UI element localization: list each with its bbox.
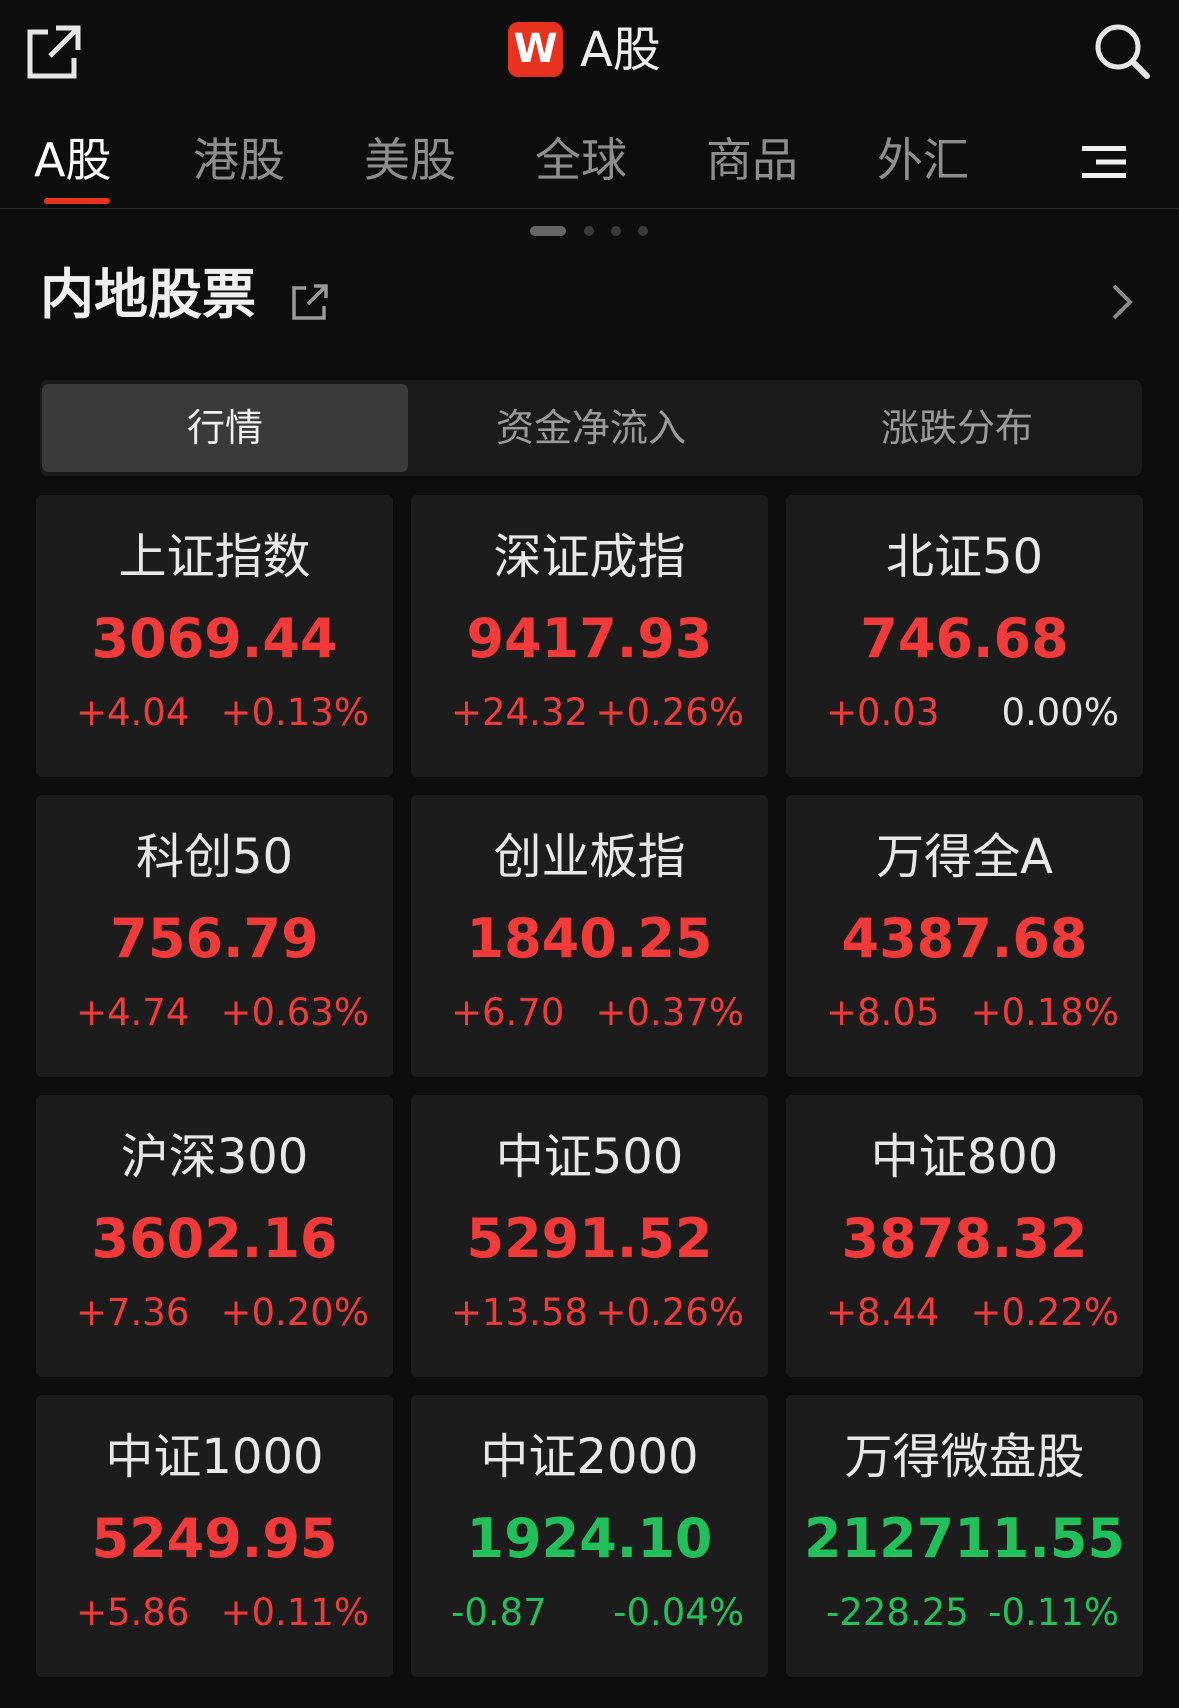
index-percent: 0.00% xyxy=(1001,691,1119,734)
menu-icon[interactable] xyxy=(1082,144,1126,180)
index-percent: -0.11% xyxy=(988,1591,1119,1634)
index-value: 3878.32 xyxy=(841,1207,1088,1270)
index-name: 万得全A xyxy=(876,829,1053,885)
index-name: 中证1000 xyxy=(105,1429,324,1485)
index-name: 上证指数 xyxy=(118,529,311,585)
index-percent: +0.20% xyxy=(220,1291,369,1334)
active-tab-indicator xyxy=(44,198,110,204)
tab-forex[interactable]: 外汇 xyxy=(877,134,969,186)
index-name: 中证2000 xyxy=(480,1429,699,1485)
index-change: +0.03 xyxy=(826,691,940,734)
index-change: +8.44 xyxy=(826,1291,940,1334)
index-name: 万得微盘股 xyxy=(844,1429,1085,1485)
page-dot-active xyxy=(530,226,566,236)
top-bar: W A股 xyxy=(0,0,1179,100)
index-card[interactable]: 中证2000 1924.10 -0.87 -0.04% xyxy=(411,1395,768,1677)
index-card[interactable]: 深证成指 9417.93 +24.32 +0.26% xyxy=(411,495,768,777)
index-change: -228.25 xyxy=(826,1591,969,1634)
index-change: +4.04 xyxy=(76,691,190,734)
index-percent: +0.26% xyxy=(595,1291,744,1334)
external-link-icon[interactable] xyxy=(290,282,330,322)
index-percent: -0.04% xyxy=(613,1591,744,1634)
index-card[interactable]: 中证500 5291.52 +13.58 +0.26% xyxy=(411,1095,768,1377)
index-value: 4387.68 xyxy=(841,907,1088,970)
index-percent: +0.37% xyxy=(595,991,744,1034)
index-name: 中证800 xyxy=(870,1129,1059,1185)
index-value: 5249.95 xyxy=(91,1507,338,1570)
index-value: 746.68 xyxy=(860,607,1069,670)
page-title: A股 xyxy=(580,22,661,78)
segment-distribution[interactable]: 涨跌分布 xyxy=(774,384,1140,472)
index-percent: +0.11% xyxy=(220,1591,369,1634)
index-card[interactable]: 万得微盘股 212711.55 -228.25 -0.11% xyxy=(786,1395,1143,1677)
index-percent: +0.22% xyxy=(970,1291,1119,1334)
index-value: 9417.93 xyxy=(466,607,713,670)
index-change: +5.86 xyxy=(76,1591,190,1634)
index-change: +7.36 xyxy=(76,1291,190,1334)
index-name: 北证50 xyxy=(885,529,1044,585)
index-change: -0.87 xyxy=(451,1591,547,1634)
index-change: +4.74 xyxy=(76,991,190,1034)
index-percent: +0.63% xyxy=(220,991,369,1034)
index-change: +13.58 xyxy=(451,1291,588,1334)
segment-quotes[interactable]: 行情 xyxy=(42,384,408,472)
section-title: 内地股票 xyxy=(40,263,256,326)
index-card[interactable]: 创业板指 1840.25 +6.70 +0.37% xyxy=(411,795,768,1077)
search-icon[interactable] xyxy=(1093,22,1151,80)
index-name: 沪深300 xyxy=(120,1129,309,1185)
index-card[interactable]: 北证50 746.68 +0.03 0.00% xyxy=(786,495,1143,777)
tab-global[interactable]: 全球 xyxy=(535,134,627,186)
tab-commodities[interactable]: 商品 xyxy=(706,134,798,186)
view-segmented-control: 行情 资金净流入 涨跌分布 xyxy=(40,380,1142,476)
page-dot xyxy=(584,226,594,236)
page-dot xyxy=(611,226,621,236)
index-value: 1924.10 xyxy=(466,1507,713,1570)
page-dot xyxy=(638,226,648,236)
chevron-right-icon[interactable] xyxy=(1106,282,1138,322)
tab-a-shares[interactable]: A股 xyxy=(34,134,111,186)
index-percent: +0.18% xyxy=(970,991,1119,1034)
index-value: 212711.55 xyxy=(803,1507,1126,1570)
index-change: +6.70 xyxy=(451,991,565,1034)
index-name: 中证500 xyxy=(495,1129,684,1185)
market-tabs: A股 港股 美股 全球 商品 外汇 xyxy=(0,110,1179,209)
share-icon[interactable] xyxy=(26,24,82,80)
index-percent: +0.13% xyxy=(220,691,369,734)
index-name: 创业板指 xyxy=(493,829,686,885)
segment-net-inflow[interactable]: 资金净流入 xyxy=(408,384,774,472)
app-logo: W xyxy=(508,22,563,77)
index-percent: +0.26% xyxy=(595,691,744,734)
tab-us-shares[interactable]: 美股 xyxy=(364,134,456,186)
index-value: 5291.52 xyxy=(466,1207,713,1270)
index-card[interactable]: 科创50 756.79 +4.74 +0.63% xyxy=(36,795,393,1077)
index-change: +24.32 xyxy=(451,691,588,734)
tab-hk-shares[interactable]: 港股 xyxy=(193,134,285,186)
index-card[interactable]: 上证指数 3069.44 +4.04 +0.13% xyxy=(36,495,393,777)
index-card[interactable]: 中证800 3878.32 +8.44 +0.22% xyxy=(786,1095,1143,1377)
index-card[interactable]: 万得全A 4387.68 +8.05 +0.18% xyxy=(786,795,1143,1077)
index-value: 756.79 xyxy=(110,907,319,970)
index-name: 科创50 xyxy=(135,829,294,885)
index-value: 3602.16 xyxy=(91,1207,338,1270)
index-change: +8.05 xyxy=(826,991,940,1034)
index-name: 深证成指 xyxy=(493,529,686,585)
index-card[interactable]: 中证1000 5249.95 +5.86 +0.11% xyxy=(36,1395,393,1677)
index-value: 3069.44 xyxy=(91,607,338,670)
index-value: 1840.25 xyxy=(466,907,713,970)
index-card[interactable]: 沪深300 3602.16 +7.36 +0.20% xyxy=(36,1095,393,1377)
